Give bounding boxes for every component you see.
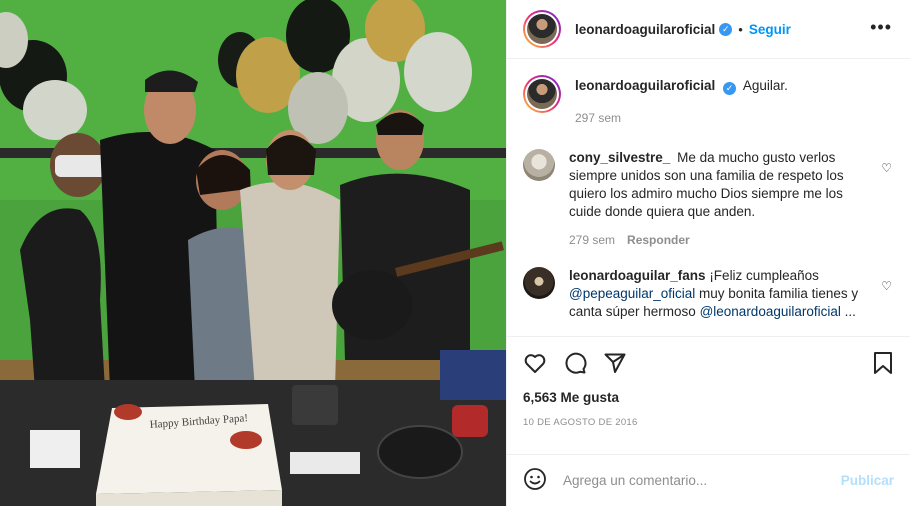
comment-icon[interactable] <box>563 351 587 375</box>
caption-time[interactable]: 297 sem <box>575 111 621 125</box>
post-header: leonardoaguilaroficial ✓ • Seguir ••• <box>507 0 910 59</box>
author-avatar[interactable] <box>523 10 561 48</box>
publish-button[interactable]: Publicar <box>841 473 894 488</box>
caption-username[interactable]: leonardoaguilaroficial <box>575 78 715 93</box>
comment-text: ... <box>840 304 856 319</box>
post-date[interactable]: 10 DE AGOSTO DE 2016 <box>523 417 894 428</box>
comment-time[interactable]: 279 sem <box>569 233 615 247</box>
post-actions: 6,563 Me gusta 10 DE AGOSTO DE 2016 <box>507 336 910 454</box>
follow-button[interactable]: Seguir <box>749 22 791 37</box>
share-icon[interactable] <box>603 351 627 375</box>
comments-list[interactable]: leonardoaguilaroficial ✓ Aguilar. 297 se… <box>507 59 910 336</box>
commenter-avatar[interactable] <box>523 149 555 181</box>
verified-badge-icon: ✓ <box>723 82 737 95</box>
post-sidebar: leonardoaguilaroficial ✓ • Seguir ••• le… <box>506 0 910 506</box>
separator-dot: • <box>738 21 743 37</box>
comment-input[interactable] <box>563 473 841 488</box>
likes-count[interactable]: 6,563 Me gusta <box>523 390 894 405</box>
caption-avatar[interactable] <box>523 75 561 113</box>
post-photo[interactable]: Happy Birthday Papa! <box>0 0 506 506</box>
author-username[interactable]: leonardoaguilaroficial <box>575 22 715 37</box>
comment-like-heart-icon[interactable]: ♡ <box>881 279 892 293</box>
more-options-icon[interactable]: ••• <box>870 18 892 36</box>
emoji-icon[interactable] <box>523 467 547 494</box>
mention-link[interactable]: @leonardoaguilaroficial <box>700 304 841 319</box>
comment-username[interactable]: leonardoaguilar_fans <box>569 268 706 283</box>
party-photo-illustration: Happy Birthday Papa! <box>0 0 506 506</box>
caption-text: Aguilar. <box>742 78 788 93</box>
reply-button[interactable]: Responder <box>627 233 690 247</box>
verified-badge-icon: ✓ <box>719 22 733 36</box>
caption: leonardoaguilaroficial ✓ Aguilar. 297 se… <box>523 75 894 127</box>
comment-username[interactable]: cony_silvestre_ <box>569 150 670 165</box>
instagram-post: Happy Birthday Papa! leonardoaguilarofic… <box>0 0 910 506</box>
mention-link[interactable]: @pepeaguilar_oficial <box>569 286 695 301</box>
comment-item: cony_silvestre_ Me da mucho gusto verlos… <box>523 149 894 249</box>
add-comment-bar: Publicar <box>507 454 910 506</box>
heart-icon[interactable] <box>523 351 547 375</box>
bookmark-icon[interactable] <box>872 351 894 375</box>
cake: Happy Birthday Papa! <box>96 404 282 506</box>
comment-item: leonardoaguilar_fans ¡Feliz cumpleaños @… <box>523 267 894 321</box>
commenter-avatar[interactable] <box>523 267 555 299</box>
comment-like-heart-icon[interactable]: ♡ <box>881 161 892 175</box>
comment-text: ¡Feliz cumpleaños <box>709 268 819 283</box>
